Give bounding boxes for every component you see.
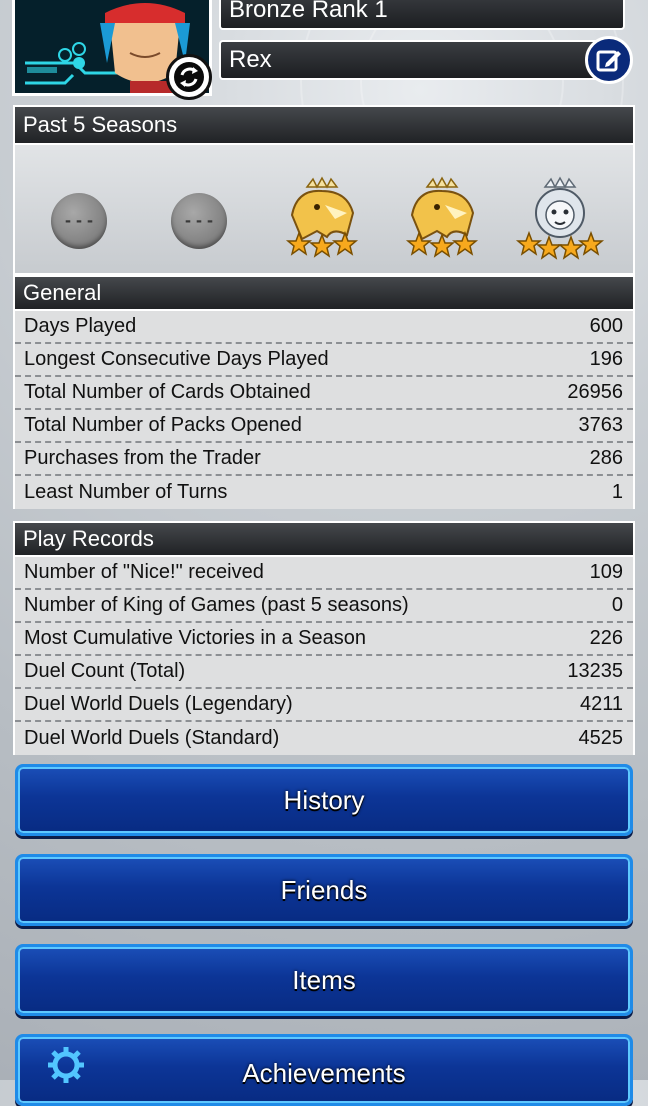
items-button-label: Items <box>292 964 356 995</box>
stat-row: Total Number of Packs Opened 3763 <box>15 410 633 443</box>
stat-value: 600 <box>589 315 623 337</box>
stat-row: Total Number of Cards Obtained 26956 <box>15 377 633 410</box>
player-name: Rex <box>229 46 272 73</box>
achievements-button-label: Achievements <box>242 1057 406 1088</box>
stat-label: Longest Consecutive Days Played <box>24 348 329 370</box>
stat-value: 109 <box>589 561 623 583</box>
empty-season-badge: - - - <box>51 193 107 249</box>
items-button[interactable]: Items <box>15 944 633 1016</box>
section-title: Past 5 Seasons <box>15 107 633 145</box>
stat-row: Purchases from the Trader 286 <box>15 443 633 476</box>
stat-row: Duel World Duels (Standard) 4525 <box>15 722 633 755</box>
stat-label: Number of "Nice!" received <box>24 561 264 583</box>
stat-value: 3763 <box>578 414 624 436</box>
stat-label: Duel World Duels (Legendary) <box>24 693 293 715</box>
history-button[interactable]: History <box>15 764 633 836</box>
stat-row: Longest Consecutive Days Played 196 <box>15 344 633 377</box>
friends-button[interactable]: Friends <box>15 854 633 926</box>
refresh-icon <box>174 62 204 92</box>
gold-eagle-rank-icon <box>405 176 479 258</box>
stat-value: 1 <box>611 481 623 503</box>
stat-label: Duel World Duels (Standard) <box>24 727 280 749</box>
gold-eagle-rank-icon <box>285 176 359 258</box>
stat-value: 4525 <box>578 727 624 749</box>
empty-season-badge: - - - <box>171 193 227 249</box>
stat-row: Duel World Duels (Legendary) 4211 <box>15 689 633 722</box>
section-title: Play Records <box>15 521 633 557</box>
stat-value: 286 <box>589 447 623 469</box>
stat-label: Duel Count (Total) <box>24 660 186 682</box>
rank-label: Bronze Rank 1 <box>229 0 388 23</box>
stat-value: 196 <box>589 348 623 370</box>
stat-value: 226 <box>589 627 623 649</box>
silver-lion-rank-icon <box>515 176 605 260</box>
edit-profile-button[interactable] <box>585 36 633 84</box>
stat-value: 13235 <box>567 660 623 682</box>
stat-row: Most Cumulative Victories in a Season 226 <box>15 623 633 656</box>
stat-row: Number of "Nice!" received 109 <box>15 557 633 590</box>
rank-display: Bronze Rank 1 <box>219 0 625 30</box>
achievements-button[interactable]: Achievements <box>15 1034 633 1106</box>
play-records-panel: Play Records Number of "Nice!" received 1… <box>13 521 635 755</box>
stat-row: Number of King of Games (past 5 seasons)… <box>15 590 633 623</box>
stat-value: 4211 <box>579 693 623 715</box>
history-button-label: History <box>283 784 365 815</box>
stat-value: 0 <box>611 594 623 616</box>
switch-avatar-button[interactable] <box>166 54 212 100</box>
stat-row: Duel Count (Total) 13235 <box>15 656 633 689</box>
past-seasons-panel: Past 5 Seasons - - - - - - <box>13 105 635 275</box>
stat-label: Total Number of Cards Obtained <box>24 381 311 403</box>
stat-label: Least Number of Turns <box>24 481 228 503</box>
player-name-display: Rex <box>219 40 625 80</box>
stat-row: Least Number of Turns 1 <box>15 476 633 509</box>
stat-value: 26956 <box>567 381 623 403</box>
stat-label: Purchases from the Trader <box>24 447 261 469</box>
stat-label: Days Played <box>24 315 137 337</box>
section-title: General <box>15 275 633 311</box>
stat-label: Total Number of Packs Opened <box>24 414 302 436</box>
general-stats-panel: General Days Played 600 Longest Consecutiv… <box>13 275 635 509</box>
edit-icon <box>596 50 621 72</box>
stat-label: Number of King of Games (past 5 seasons) <box>24 594 409 616</box>
gear-icon <box>48 1047 84 1083</box>
friends-button-label: Friends <box>280 874 368 905</box>
stat-label: Most Cumulative Victories in a Season <box>24 627 367 649</box>
stat-row: Days Played 600 <box>15 311 633 344</box>
